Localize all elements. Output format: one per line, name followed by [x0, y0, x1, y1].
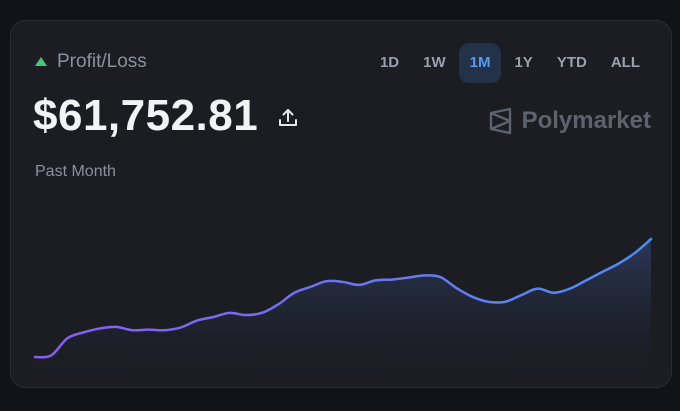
pnl-chart — [33, 237, 653, 387]
range-1y[interactable]: 1Y — [503, 43, 543, 83]
polymarket-logo-icon — [489, 107, 511, 135]
time-range-selector: 1D 1W 1M 1Y YTD ALL — [369, 43, 651, 83]
brand-name: Polymarket — [521, 107, 651, 134]
range-all[interactable]: ALL — [600, 43, 651, 83]
range-ytd[interactable]: YTD — [546, 43, 598, 83]
period-label: Past Month — [35, 163, 116, 180]
range-1m[interactable]: 1M — [458, 43, 502, 83]
chart-area-fill — [35, 239, 651, 387]
upload-icon[interactable] — [276, 106, 300, 130]
range-1d[interactable]: 1D — [369, 43, 410, 83]
profit-loss-card: Profit/Loss 1D 1W 1M 1Y YTD ALL $61,752.… — [10, 20, 672, 388]
range-1w[interactable]: 1W — [412, 43, 457, 83]
profit-loss-label: Profit/Loss — [57, 51, 147, 72]
brand: Polymarket — [488, 107, 651, 135]
triangle-up-icon — [35, 56, 47, 66]
card-header: Profit/Loss — [35, 51, 147, 73]
value-row: $61,752.81 — [33, 91, 300, 141]
profit-loss-value: $61,752.81 — [33, 91, 259, 140]
